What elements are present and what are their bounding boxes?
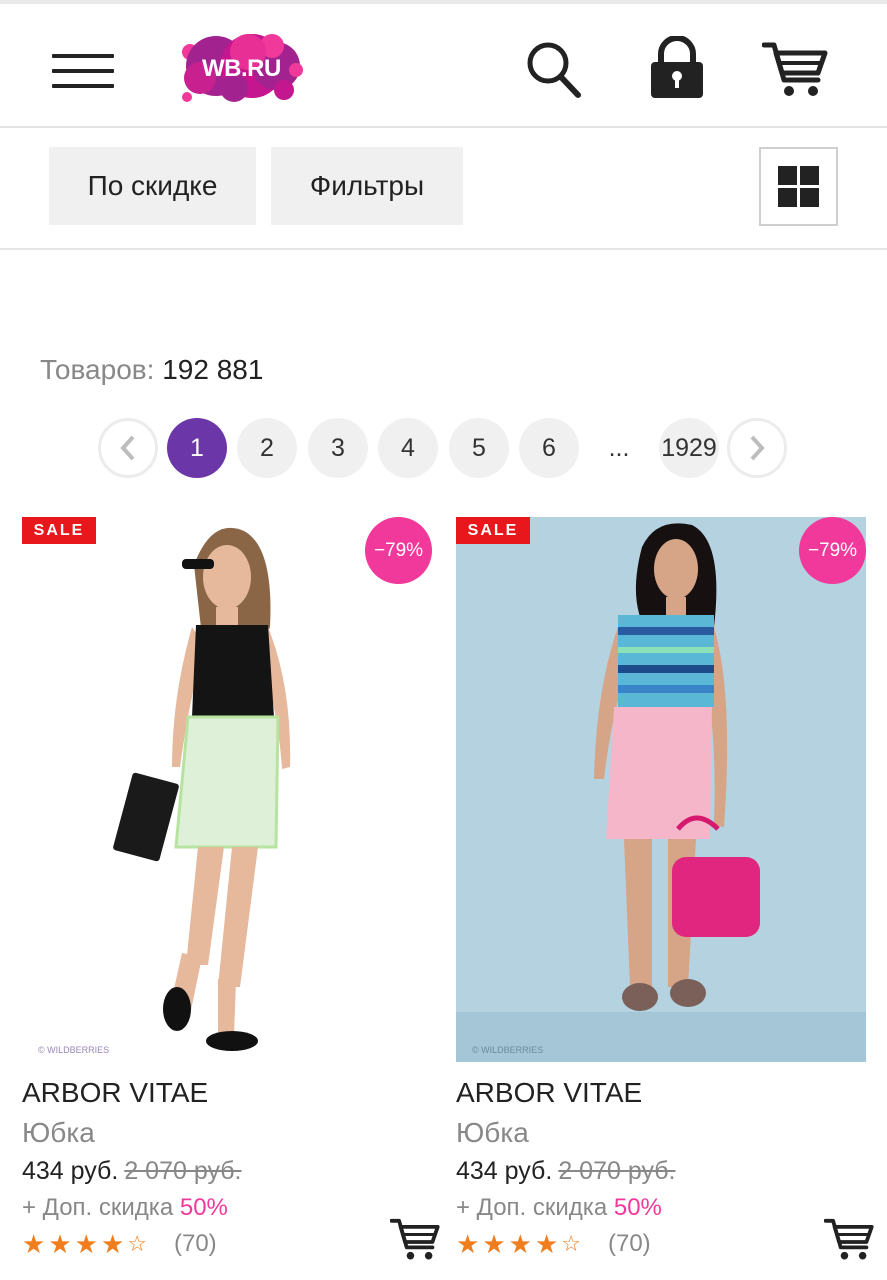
chevron-left-icon[interactable] bbox=[98, 418, 158, 478]
current-price: 434 руб. bbox=[456, 1157, 553, 1185]
discount-badge: −79% bbox=[365, 517, 432, 584]
star-filled-icon: ★ bbox=[508, 1229, 532, 1259]
sale-badge: SALE bbox=[456, 517, 530, 544]
add-to-cart-icon[interactable] bbox=[824, 1217, 874, 1261]
chevron-right-icon[interactable] bbox=[727, 418, 787, 478]
results-count-value: 192 881 bbox=[162, 354, 264, 385]
star-filled-icon: ★ bbox=[22, 1229, 46, 1259]
photo-watermark: © WILDBERRIES bbox=[38, 1045, 109, 1055]
product-price: 434 руб. 2 070 руб. bbox=[22, 1157, 242, 1186]
product-card[interactable]: © WILDBERRIES SALE −79% ARBOR VITAE Юбка… bbox=[456, 517, 874, 1277]
rating: ★ ★ ★ ★ ☆ (70) bbox=[456, 1229, 651, 1259]
extra-discount-value: 50% bbox=[179, 1194, 228, 1221]
page-5[interactable]: 5 bbox=[449, 418, 509, 478]
site-logo[interactable]: WB.RU bbox=[176, 30, 304, 106]
star-filled-icon: ★ bbox=[48, 1229, 72, 1259]
catalog-toolbar: По скидке Фильтры bbox=[0, 130, 887, 250]
filters-button[interactable]: Фильтры bbox=[271, 147, 463, 225]
star-filled-icon: ★ bbox=[456, 1229, 480, 1259]
star-filled-icon: ★ bbox=[74, 1229, 98, 1259]
old-price: 2 070 руб. bbox=[558, 1157, 676, 1185]
page-last[interactable]: 1929 bbox=[659, 418, 719, 478]
extra-discount: + Доп. скидка 50% bbox=[456, 1194, 662, 1222]
page-1[interactable]: 1 bbox=[167, 418, 227, 478]
review-count[interactable]: (70) bbox=[174, 1230, 217, 1258]
results-count-label: Товаров: bbox=[40, 354, 155, 385]
logo-text: WB.RU bbox=[202, 55, 281, 82]
product-price: 434 руб. 2 070 руб. bbox=[456, 1157, 676, 1186]
discount-badge: −79% bbox=[799, 517, 866, 584]
grid-view-icon[interactable] bbox=[759, 147, 838, 226]
product-type[interactable]: Юбка bbox=[456, 1117, 529, 1149]
review-count[interactable]: (70) bbox=[608, 1230, 651, 1258]
star-filled-icon: ★ bbox=[100, 1229, 125, 1259]
menu-icon[interactable] bbox=[52, 54, 114, 90]
star-filled-icon: ★ bbox=[482, 1229, 506, 1259]
star-empty-icon: ☆ bbox=[561, 1231, 581, 1256]
extra-discount: + Доп. скидка 50% bbox=[22, 1194, 228, 1222]
add-to-cart-icon[interactable] bbox=[390, 1217, 440, 1261]
current-price: 434 руб. bbox=[22, 1157, 119, 1185]
lock-icon[interactable] bbox=[648, 36, 706, 100]
product-brand[interactable]: ARBOR VITAE bbox=[456, 1077, 642, 1109]
page-6[interactable]: 6 bbox=[519, 418, 579, 478]
product-image[interactable]: © WILDBERRIES SALE −79% bbox=[456, 517, 866, 1062]
product-brand[interactable]: ARBOR VITAE bbox=[22, 1077, 208, 1109]
site-header: WB.RU bbox=[0, 4, 887, 128]
extra-discount-value: 50% bbox=[613, 1194, 662, 1221]
extra-discount-label: + Доп. скидка bbox=[22, 1194, 174, 1221]
star-empty-icon: ☆ bbox=[127, 1231, 147, 1256]
product-image[interactable]: © WILDBERRIES SALE −79% bbox=[22, 517, 432, 1062]
old-price: 2 070 руб. bbox=[124, 1157, 242, 1185]
pagination-ellipsis: ... bbox=[608, 433, 630, 462]
page-4[interactable]: 4 bbox=[378, 418, 438, 478]
star-filled-icon: ★ bbox=[534, 1229, 559, 1259]
photo-watermark: © WILDBERRIES bbox=[472, 1045, 543, 1055]
product-card[interactable]: © WILDBERRIES SALE −79% ARBOR VITAE Юбка… bbox=[22, 517, 440, 1277]
extra-discount-label: + Доп. скидка bbox=[456, 1194, 608, 1221]
rating: ★ ★ ★ ★ ☆ (70) bbox=[22, 1229, 217, 1259]
sort-button[interactable]: По скидке bbox=[49, 147, 256, 225]
product-type[interactable]: Юбка bbox=[22, 1117, 95, 1149]
search-icon[interactable] bbox=[525, 40, 583, 100]
page-2[interactable]: 2 bbox=[237, 418, 297, 478]
results-count: Товаров: 192 881 bbox=[40, 354, 263, 386]
sale-badge: SALE bbox=[22, 517, 96, 544]
cart-icon[interactable] bbox=[762, 40, 828, 98]
page-3[interactable]: 3 bbox=[308, 418, 368, 478]
